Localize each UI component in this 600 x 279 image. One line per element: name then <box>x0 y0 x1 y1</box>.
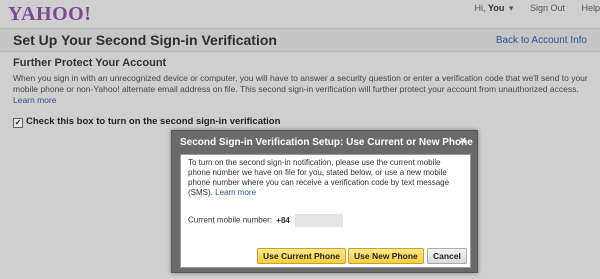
learn-more-link[interactable]: Learn more <box>13 95 56 105</box>
chevron-down-icon: ▾ <box>508 3 514 13</box>
mobile-number-redacted <box>295 214 344 227</box>
dialog-title: Second Sign-in Verification Setup: Use C… <box>180 137 473 148</box>
greeting[interactable]: Hi, You ▾ <box>461 3 516 13</box>
dialog-learn-more-link[interactable]: Learn more <box>215 188 256 197</box>
yahoo-logo[interactable]: YAHOO! <box>8 3 91 26</box>
help-link[interactable]: Help <box>581 3 600 13</box>
back-to-account-info-link[interactable]: Back to Account Info <box>496 35 587 46</box>
country-code: +84 <box>276 215 290 225</box>
verification-checkbox-row: ✓ Check this box to turn on the second si… <box>13 116 280 128</box>
section-description: When you sign in with an unrecognized de… <box>13 73 593 106</box>
phone-setup-dialog: Second Sign-in Verification Setup: Use C… <box>171 130 478 273</box>
mobile-label: Current mobile number: <box>188 215 273 225</box>
top-nav: Hi, You ▾ Sign Out Help <box>447 3 600 14</box>
dialog-body: To turn on the second sign-in notificati… <box>180 154 471 268</box>
current-mobile-row: Current mobile number: +84 <box>188 214 344 227</box>
verification-checkbox[interactable]: ✓ <box>13 118 23 128</box>
sign-out-link[interactable]: Sign Out <box>530 3 565 13</box>
dialog-header: Second Sign-in Verification Setup: Use C… <box>172 131 477 153</box>
description-text: When you sign in with an unrecognized de… <box>13 73 588 94</box>
page-title: Set Up Your Second Sign-in Verification <box>13 32 277 48</box>
use-current-phone-button[interactable]: Use Current Phone <box>257 248 346 264</box>
greeting-text: Hi, <box>474 3 486 13</box>
user-name: You <box>488 3 505 13</box>
dialog-message: To turn on the second sign-in notificati… <box>188 158 458 198</box>
checkbox-label[interactable]: Check this box to turn on the second sig… <box>26 116 280 127</box>
cancel-button[interactable]: Cancel <box>427 248 467 264</box>
section-title: Further Protect Your Account <box>13 57 167 69</box>
use-new-phone-button[interactable]: Use New Phone <box>348 248 424 264</box>
close-icon[interactable]: × <box>457 135 469 147</box>
